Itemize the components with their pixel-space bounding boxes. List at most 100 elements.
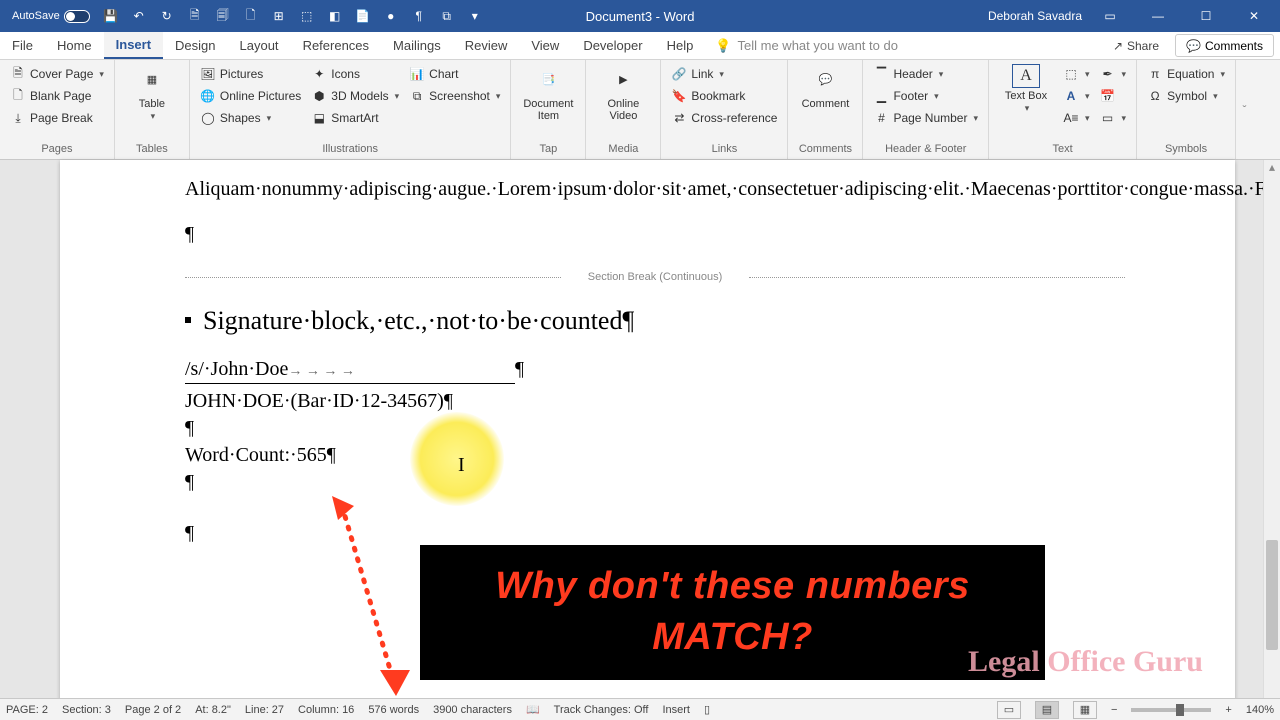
qat-8-icon[interactable]: ● — [378, 3, 404, 29]
tab-mailings[interactable]: Mailings — [381, 32, 453, 59]
zoom-slider[interactable] — [1131, 708, 1211, 712]
tab-view[interactable]: View — [519, 32, 571, 59]
object-button[interactable]: ▭▾ — [1098, 108, 1129, 128]
shapes-button[interactable]: ◯Shapes▾ — [198, 108, 303, 128]
page-break-button[interactable]: ⤓Page Break — [8, 108, 106, 128]
status-bar: PAGE: 2 Section: 3 Page 2 of 2 At: 8.2" … — [0, 698, 1280, 720]
tab-design[interactable]: Design — [163, 32, 227, 59]
qat-10-icon[interactable]: ⧉ — [434, 3, 460, 29]
link-button[interactable]: 🔗Link▾ — [669, 64, 779, 84]
watermark: Legal Office Guru — [968, 642, 1203, 683]
document-item-button[interactable]: 📑Document Item — [519, 64, 577, 122]
table-icon: ▦ — [136, 64, 168, 96]
paragraph-mark: ¶ — [185, 221, 1125, 248]
page[interactable]: Aliquam·nonummy·adipiscing·augue.·Lorem·… — [60, 160, 1235, 700]
status-page-of[interactable]: Page 2 of 2 — [125, 704, 181, 716]
wordart-button[interactable]: A▾ — [1061, 86, 1092, 106]
status-char-count[interactable]: 3900 characters — [433, 704, 512, 716]
tab-help[interactable]: Help — [655, 32, 706, 59]
status-page[interactable]: PAGE: 2 — [6, 704, 48, 716]
text-box-button[interactable]: AText Box▾ — [997, 64, 1055, 114]
status-at[interactable]: At: 8.2" — [195, 704, 231, 716]
tab-home[interactable]: Home — [45, 32, 104, 59]
tell-me-search[interactable]: 💡 Tell me what you want to do — [715, 32, 898, 59]
signature-line-button[interactable]: ✒▾ — [1098, 64, 1129, 84]
scroll-thumb[interactable] — [1266, 540, 1278, 650]
equation-button[interactable]: πEquation▾ — [1145, 64, 1227, 84]
comments-button[interactable]: 💬 Comments — [1175, 34, 1274, 57]
maximize-icon[interactable]: ☐ — [1186, 1, 1226, 31]
quick-parts-button[interactable]: ⬚▾ — [1061, 64, 1092, 84]
user-name[interactable]: Deborah Savadra — [988, 9, 1082, 23]
icons-button[interactable]: ✦Icons — [309, 64, 401, 84]
share-button[interactable]: ↗ Share — [1103, 32, 1169, 59]
qat-more-icon[interactable]: ▾ — [462, 3, 488, 29]
scroll-up-icon[interactable]: ▴ — [1264, 160, 1280, 174]
cover-page-button[interactable]: 🗎Cover Page▾ — [8, 64, 106, 84]
collapse-ribbon-icon[interactable]: ˇ — [1236, 60, 1253, 159]
3d-models-button[interactable]: ⬢3D Models▾ — [309, 86, 401, 106]
qat-9-icon[interactable]: ¶ — [406, 3, 432, 29]
tab-review[interactable]: Review — [453, 32, 520, 59]
status-word-count[interactable]: 576 words — [368, 704, 419, 716]
tab-developer[interactable]: Developer — [571, 32, 654, 59]
shapes-icon: ◯ — [200, 110, 216, 126]
qat-4-icon[interactable]: ⊞ — [266, 3, 292, 29]
view-print-layout-icon[interactable]: ▤ — [1035, 701, 1059, 719]
zoom-out-icon[interactable]: − — [1111, 704, 1117, 716]
smartart-button[interactable]: ⬓SmartArt — [309, 108, 401, 128]
autosave-toggle[interactable]: AutoSave — [6, 8, 96, 25]
online-pictures-button[interactable]: 🌐Online Pictures — [198, 86, 303, 106]
cross-reference-button[interactable]: ⇄Cross-reference — [669, 108, 779, 128]
bookmark-icon: 🔖 — [671, 88, 687, 104]
view-read-mode-icon[interactable]: ▭ — [997, 701, 1021, 719]
bookmark-button[interactable]: 🔖Bookmark — [669, 86, 779, 106]
qat-6-icon[interactable]: ◧ — [322, 3, 348, 29]
online-video-button[interactable]: ▶Online Video — [594, 64, 652, 122]
undo-icon[interactable]: ↶ — [126, 3, 152, 29]
signature-name: JOHN·DOE·(Bar·ID·12-34567)¶ — [185, 388, 1125, 415]
status-spell-icon[interactable]: 📖 — [526, 703, 540, 716]
pictures-button[interactable]: 🖼Pictures — [198, 64, 303, 84]
minimize-icon[interactable]: — — [1138, 1, 1178, 31]
close-icon[interactable]: ✕ — [1234, 1, 1274, 31]
qat-3-icon[interactable]: 🗋 — [238, 3, 264, 29]
share-icon: ↗ — [1113, 39, 1123, 53]
group-text-label: Text — [997, 141, 1128, 157]
screenshot-icon: ⧉ — [409, 88, 425, 104]
tab-references[interactable]: References — [291, 32, 381, 59]
date-time-button[interactable]: 📅 — [1098, 86, 1129, 106]
symbol-button[interactable]: ΩSymbol▾ — [1145, 86, 1227, 106]
drop-cap-button[interactable]: A≡▾ — [1061, 108, 1092, 128]
qat-5-icon[interactable]: ⬚ — [294, 3, 320, 29]
table-button[interactable]: ▦Table▾ — [123, 64, 181, 122]
status-macro-icon[interactable]: ▯ — [704, 703, 710, 716]
save-icon[interactable]: 💾 — [98, 3, 124, 29]
ribbon-display-icon[interactable]: ▭ — [1090, 1, 1130, 31]
footer-icon: ▁ — [873, 88, 889, 104]
tab-layout[interactable]: Layout — [228, 32, 291, 59]
chart-button[interactable]: 📊Chart — [407, 64, 502, 84]
tab-file[interactable]: File — [0, 32, 45, 59]
zoom-level[interactable]: 140% — [1246, 704, 1274, 716]
status-insert[interactable]: Insert — [662, 704, 690, 716]
status-column[interactable]: Column: 16 — [298, 704, 354, 716]
header-button[interactable]: ▔Header▾ — [871, 64, 980, 84]
redo-icon[interactable]: ↻ — [154, 3, 180, 29]
vertical-scrollbar[interactable]: ▴ — [1263, 160, 1280, 698]
footer-button[interactable]: ▁Footer▾ — [871, 86, 980, 106]
comment-button[interactable]: 💬Comment — [796, 64, 854, 110]
blank-page-button[interactable]: 🗋Blank Page — [8, 86, 106, 106]
tab-insert[interactable]: Insert — [104, 32, 163, 59]
screenshot-button[interactable]: ⧉Screenshot▾ — [407, 86, 502, 106]
zoom-in-icon[interactable]: + — [1225, 704, 1231, 716]
page-number-button[interactable]: #Page Number▾ — [871, 108, 980, 128]
status-track-changes[interactable]: Track Changes: Off — [554, 704, 649, 716]
view-web-layout-icon[interactable]: ▦ — [1073, 701, 1097, 719]
status-section[interactable]: Section: 3 — [62, 704, 111, 716]
link-icon: 🔗 — [671, 66, 687, 82]
qat-7-icon[interactable]: 📄 — [350, 3, 376, 29]
qat-1-icon[interactable]: 🗎 — [182, 3, 208, 29]
qat-2-icon[interactable]: 🗐 — [210, 3, 236, 29]
status-line[interactable]: Line: 27 — [245, 704, 284, 716]
